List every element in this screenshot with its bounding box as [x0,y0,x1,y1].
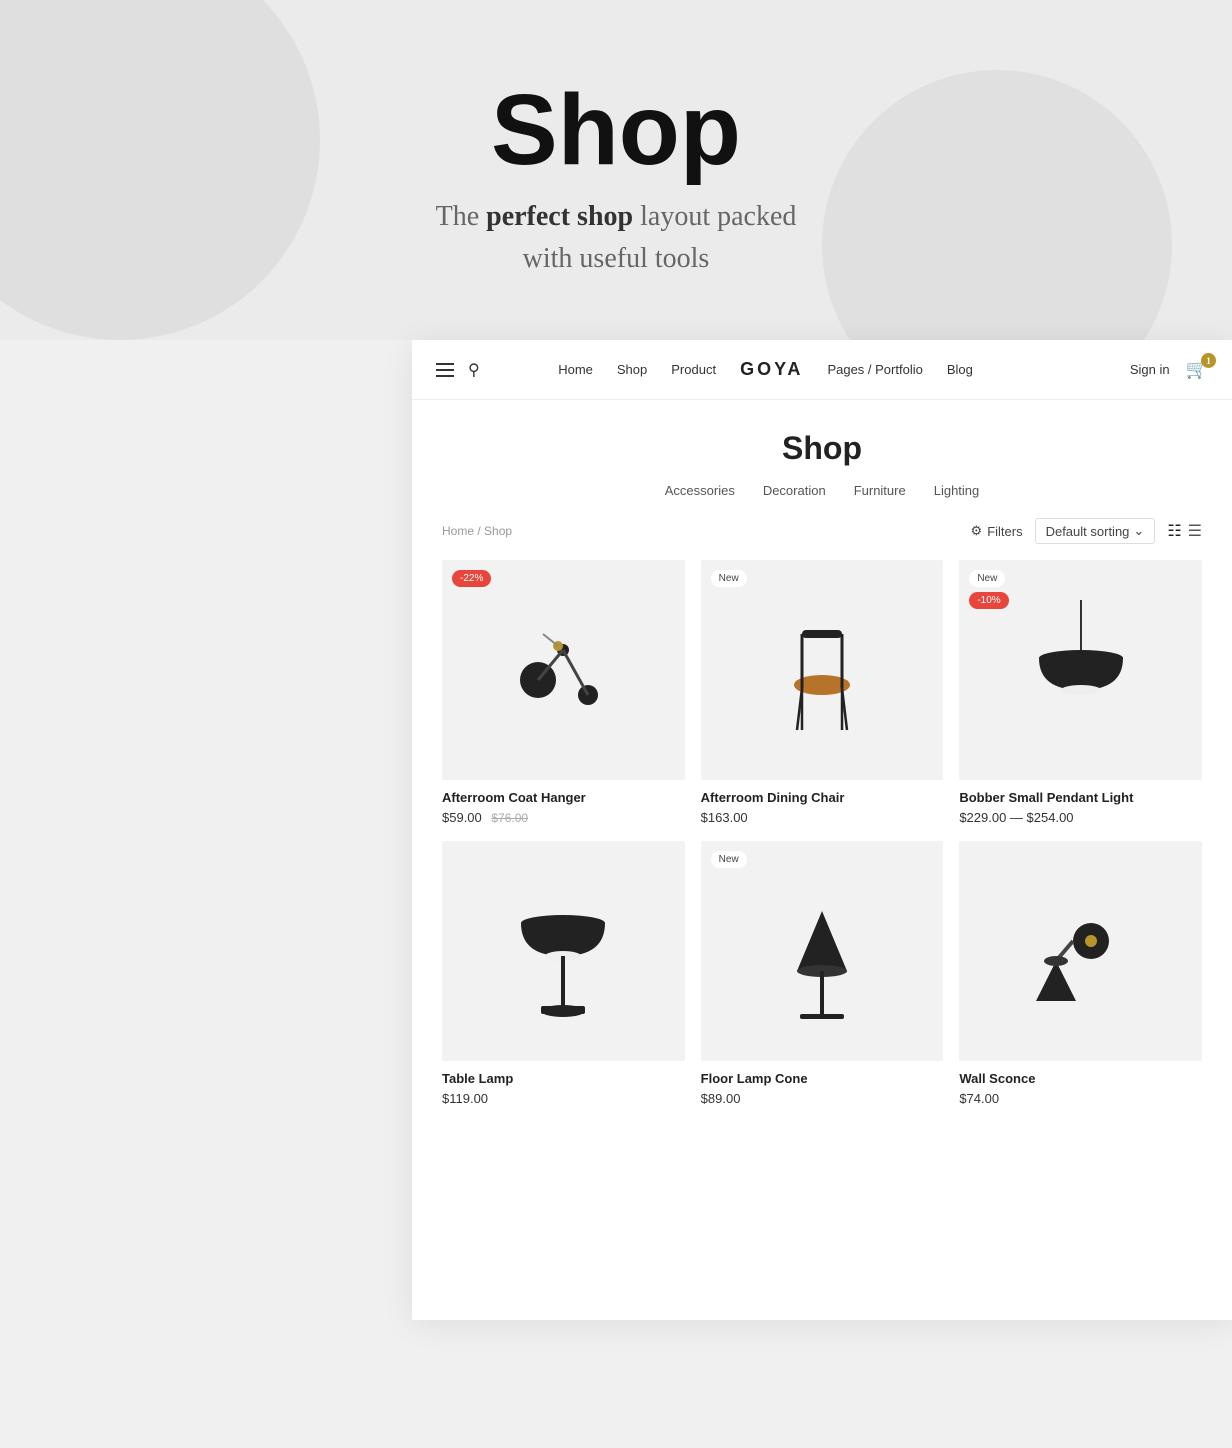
nav-left: ⚲ [436,360,480,380]
list-view-icon[interactable]: ☰ [1188,521,1202,541]
product-image [483,590,643,750]
nav-blog[interactable]: Blog [947,362,973,377]
shop-container: ⚲ Home Shop Product GOYA Pages / Portfol… [412,340,1232,1320]
toolbar-right: ⚙ Filters Default sorting ⌄ ☷ ☰ [971,518,1202,544]
shop-content: Shop Accessories Decoration Furniture Li… [412,400,1232,1146]
product-price: $59.00 $76.00 [442,810,685,825]
tab-decoration[interactable]: Decoration [763,483,826,498]
product-price: $119.00 [442,1091,685,1106]
navbar: ⚲ Home Shop Product GOYA Pages / Portfol… [412,340,1232,400]
breadcrumb: Home / Shop [442,524,512,538]
product-badge-discount: -10% [969,592,1008,609]
product-badge-new: New [711,851,747,868]
product-image [742,871,902,1031]
product-name: Table Lamp [442,1071,685,1086]
product-price: $229.00 — $254.00 [959,810,1202,825]
grid-view-icon[interactable]: ☷ [1167,521,1181,541]
filter-icon: ⚙ [971,523,983,539]
filter-button[interactable]: ⚙ Filters [971,523,1023,539]
product-badge-new: New [969,570,1005,587]
product-image-wrap: -22% [442,560,685,780]
product-image-wrap [959,841,1202,1061]
product-name: Afterroom Dining Chair [701,790,944,805]
product-badge-new: New [711,570,747,587]
product-grid: -22% Afterroom Coat Hanger $59.00 $76. [442,560,1202,1106]
product-name: Bobber Small Pendant Light [959,790,1202,805]
product-name: Afterroom Coat Hanger [442,790,685,805]
product-badge-sale: -22% [452,570,491,587]
tab-accessories[interactable]: Accessories [665,483,735,498]
product-card[interactable]: New Floor Lamp Cone $89.00 [701,841,944,1106]
product-price: $89.00 [701,1091,944,1106]
view-icons: ☷ ☰ [1167,521,1202,541]
sort-dropdown[interactable]: Default sorting ⌄ [1035,518,1156,544]
product-image [1001,590,1161,750]
product-price: $74.00 [959,1091,1202,1106]
chevron-down-icon: ⌄ [1133,523,1144,539]
product-image [483,871,643,1031]
nav-links: Home Shop Product GOYA Pages / Portfolio… [558,359,973,380]
toolbar: Home / Shop ⚙ Filters Default sorting ⌄ … [442,518,1202,544]
cart-badge: 1 [1201,353,1216,368]
cart-button[interactable]: 🛒 1 [1186,359,1208,380]
hero-title: Shop [20,80,1212,180]
tab-lighting[interactable]: Lighting [934,483,980,498]
product-card[interactable]: Table Lamp $119.00 [442,841,685,1106]
product-image-wrap: New [701,560,944,780]
price-original: $76.00 [491,811,528,825]
product-price: $163.00 [701,810,944,825]
product-name: Floor Lamp Cone [701,1071,944,1086]
nav-pages[interactable]: Pages / Portfolio [827,362,922,377]
nav-home[interactable]: Home [558,362,593,377]
tab-furniture[interactable]: Furniture [854,483,906,498]
nav-shop[interactable]: Shop [617,362,647,377]
hero-subtitle: The perfect shop layout packedwith usefu… [20,196,1212,280]
product-name: Wall Sconce [959,1071,1202,1086]
product-image-wrap: New -10% [959,560,1202,780]
product-image-wrap: New [701,841,944,1061]
signin-link[interactable]: Sign in [1130,362,1170,377]
product-card[interactable]: New -10% Bobber Small Pendant Light $229… [959,560,1202,825]
nav-logo: GOYA [740,359,803,380]
nav-right: Sign in 🛒 1 [1130,359,1208,380]
product-card[interactable]: -22% Afterroom Coat Hanger $59.00 $76. [442,560,685,825]
product-image [742,590,902,750]
nav-product[interactable]: Product [671,362,716,377]
cart-icon: 🛒 1 [1186,359,1208,380]
product-card[interactable]: New A [701,560,944,825]
search-icon[interactable]: ⚲ [468,360,480,380]
product-card[interactable]: Wall Sconce $74.00 [959,841,1202,1106]
product-image [1001,871,1161,1031]
category-tabs: Accessories Decoration Furniture Lightin… [442,483,1202,498]
hero-section: Shop The perfect shop layout packedwith … [0,0,1232,340]
shop-page-title: Shop [442,430,1202,467]
hamburger-icon[interactable] [436,363,454,377]
product-image-wrap [442,841,685,1061]
